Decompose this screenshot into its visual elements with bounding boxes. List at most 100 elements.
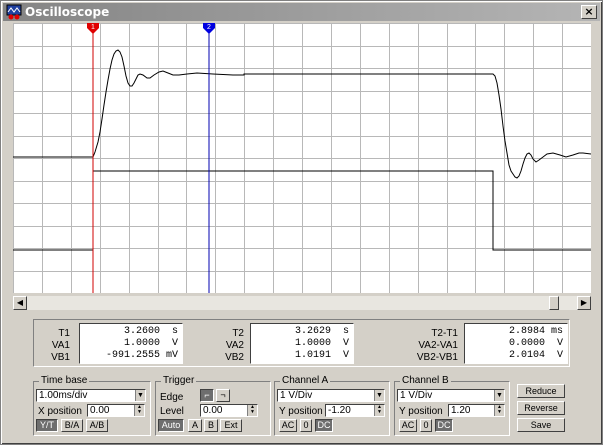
- channel-b-ac-button[interactable]: AC: [399, 419, 417, 432]
- oscilloscope-screen[interactable]: 1 2: [13, 23, 591, 293]
- chevron-down-icon: ▼: [135, 390, 145, 401]
- close-button[interactable]: ×: [581, 5, 597, 19]
- channel-b-ypos-label: Y position: [399, 406, 443, 417]
- level-label: Level: [160, 406, 184, 417]
- va1-unit: V: [171, 338, 178, 349]
- cursor-1-handle[interactable]: 1: [87, 23, 99, 34]
- ab-mode-button[interactable]: A/B: [86, 419, 108, 432]
- oscilloscope-window: Oscilloscope × 1 2 ◀ ▶ T1 VA1 VB1 3.2600…: [0, 0, 603, 445]
- channel-a-ypos-input[interactable]: -1.20 ▲ ▼: [325, 404, 385, 417]
- spin-arrows-icon[interactable]: ▲ ▼: [247, 405, 257, 416]
- chevron-down-icon: ▼: [374, 390, 384, 401]
- trigger-ext-button[interactable]: Ext: [220, 419, 242, 432]
- difference-readout: 2.8984 ms 0.0000 V 2.0104 V: [464, 323, 568, 364]
- rising-edge-icon: ⌐: [204, 390, 210, 400]
- t2-unit: s: [342, 326, 349, 337]
- oscilloscope-app-icon: [6, 4, 22, 20]
- dva-value: 0.0000: [508, 338, 545, 349]
- va1-label: VA1: [51, 340, 70, 351]
- cursor-2-readout: 3.2629 s 1.0000 V 1.0191 V: [250, 323, 354, 364]
- va1-value: 1.0000: [123, 338, 160, 349]
- arrow-left-icon: ◀: [16, 298, 24, 307]
- dvb-value: 2.0104: [508, 350, 545, 361]
- t1-label: T1: [58, 328, 70, 339]
- trigger-group: Trigger Edge ⌐ ¬ Level 0.00 ▲ ▼ Auto A B …: [155, 375, 271, 436]
- t2-label: T2: [232, 328, 244, 339]
- falling-edge-button[interactable]: ¬: [216, 389, 230, 402]
- scroll-left-button[interactable]: ◀: [13, 296, 27, 310]
- trigger-level-input[interactable]: 0.00 ▲ ▼: [200, 404, 258, 417]
- scroll-thumb[interactable]: [549, 296, 559, 310]
- ba-mode-button[interactable]: B/A: [61, 419, 83, 432]
- horizontal-scrollbar[interactable]: ◀ ▶: [13, 296, 591, 310]
- cursor-1-readout: 3.2600 s 1.0000 V -991.2555 mV: [79, 323, 183, 364]
- timebase-group: Time base 1.00ms/div ▼ X position 0.00 ▲…: [33, 375, 151, 436]
- channel-b-title: Channel B: [400, 375, 451, 386]
- va2-value: 1.0000: [294, 338, 331, 349]
- timebase-scale-value: 1.00ms/div: [39, 390, 88, 401]
- va2-unit: V: [342, 338, 349, 349]
- cursor-readouts: T1 VA1 VB1 3.2600 s 1.0000 V -991.2555 m…: [33, 319, 570, 367]
- vb1-value: -991.2555: [105, 350, 160, 361]
- channel-b-scale-select[interactable]: 1 V/Div ▼: [397, 389, 505, 402]
- channel-b-ypos-value: 1.20: [451, 405, 471, 416]
- t1-value: 3.2600: [123, 326, 160, 337]
- channel-b-ypos-input[interactable]: 1.20 ▲ ▼: [448, 404, 505, 417]
- scroll-right-button[interactable]: ▶: [577, 296, 591, 310]
- spin-arrows-icon[interactable]: ▲ ▼: [374, 405, 384, 416]
- window-title: Oscilloscope: [25, 5, 110, 19]
- channel-a-ypos-value: -1.20: [328, 405, 351, 416]
- dt-unit: ms: [550, 326, 563, 337]
- timebase-scale-select[interactable]: 1.00ms/div ▼: [36, 389, 146, 402]
- yt-mode-button[interactable]: Y/T: [36, 419, 58, 432]
- vb1-unit: mV: [165, 350, 178, 361]
- trigger-auto-button[interactable]: Auto: [158, 419, 184, 432]
- dvb-unit: V: [556, 350, 563, 361]
- trigger-level-value: 0.00: [203, 405, 223, 416]
- channel-a-scale-select[interactable]: 1 V/Div ▼: [277, 389, 385, 402]
- dt-label: T2-T1: [431, 328, 458, 339]
- reverse-button[interactable]: Reverse: [517, 401, 565, 415]
- t1-unit: s: [171, 326, 178, 337]
- va2-label: VA2: [225, 340, 244, 351]
- falling-edge-icon: ¬: [220, 390, 226, 400]
- vb1-label: VB1: [51, 352, 70, 363]
- dva-label: VA2-VA1: [418, 340, 458, 351]
- rising-edge-button[interactable]: ⌐: [200, 389, 214, 402]
- channel-a-ac-button[interactable]: AC: [279, 419, 297, 432]
- save-button[interactable]: Save: [517, 418, 565, 432]
- channel-b-group: Channel B 1 V/Div ▼ Y position 1.20 ▲ ▼ A…: [394, 375, 510, 436]
- close-icon: ×: [584, 5, 594, 18]
- trigger-a-button[interactable]: A: [188, 419, 202, 432]
- channel-b-dc-button[interactable]: DC: [435, 419, 453, 432]
- title-bar[interactable]: Oscilloscope ×: [3, 3, 600, 21]
- vb2-value: 1.0191: [294, 350, 331, 361]
- spin-arrows-icon[interactable]: ▲ ▼: [134, 405, 144, 416]
- x-position-value: 0.00: [90, 405, 110, 416]
- cursor-2-handle[interactable]: 2: [203, 23, 215, 34]
- dvb-label: VB2-VB1: [416, 352, 458, 363]
- x-position-label: X position: [38, 406, 82, 417]
- dt-value: 2.8984: [508, 326, 545, 337]
- x-position-input[interactable]: 0.00 ▲ ▼: [87, 404, 145, 417]
- spin-arrows-icon[interactable]: ▲ ▼: [494, 405, 504, 416]
- t2-value: 3.2629: [294, 326, 331, 337]
- chevron-down-icon: ▼: [494, 390, 504, 401]
- arrow-right-icon: ▶: [580, 298, 588, 307]
- channel-a-dc-button[interactable]: DC: [315, 419, 333, 432]
- channel-b-zero-button[interactable]: 0: [420, 419, 432, 432]
- channel-a-group: Channel A 1 V/Div ▼ Y position -1.20 ▲ ▼ …: [274, 375, 390, 436]
- trigger-title: Trigger: [161, 375, 197, 386]
- screen-grid: [13, 23, 591, 293]
- channel-b-scale-value: 1 V/Div: [400, 390, 433, 401]
- cursor-2-label: 2: [207, 24, 211, 31]
- vb2-unit: V: [342, 350, 349, 361]
- trigger-b-button[interactable]: B: [204, 419, 218, 432]
- channel-a-scale-value: 1 V/Div: [280, 390, 313, 401]
- channel-a-zero-button[interactable]: 0: [300, 419, 312, 432]
- reduce-button[interactable]: Reduce: [517, 384, 565, 398]
- channel-a-ypos-label: Y position: [279, 406, 323, 417]
- cursor-1-label: 1: [91, 24, 95, 31]
- vb2-label: VB2: [225, 352, 244, 363]
- channel-a-title: Channel A: [280, 375, 331, 386]
